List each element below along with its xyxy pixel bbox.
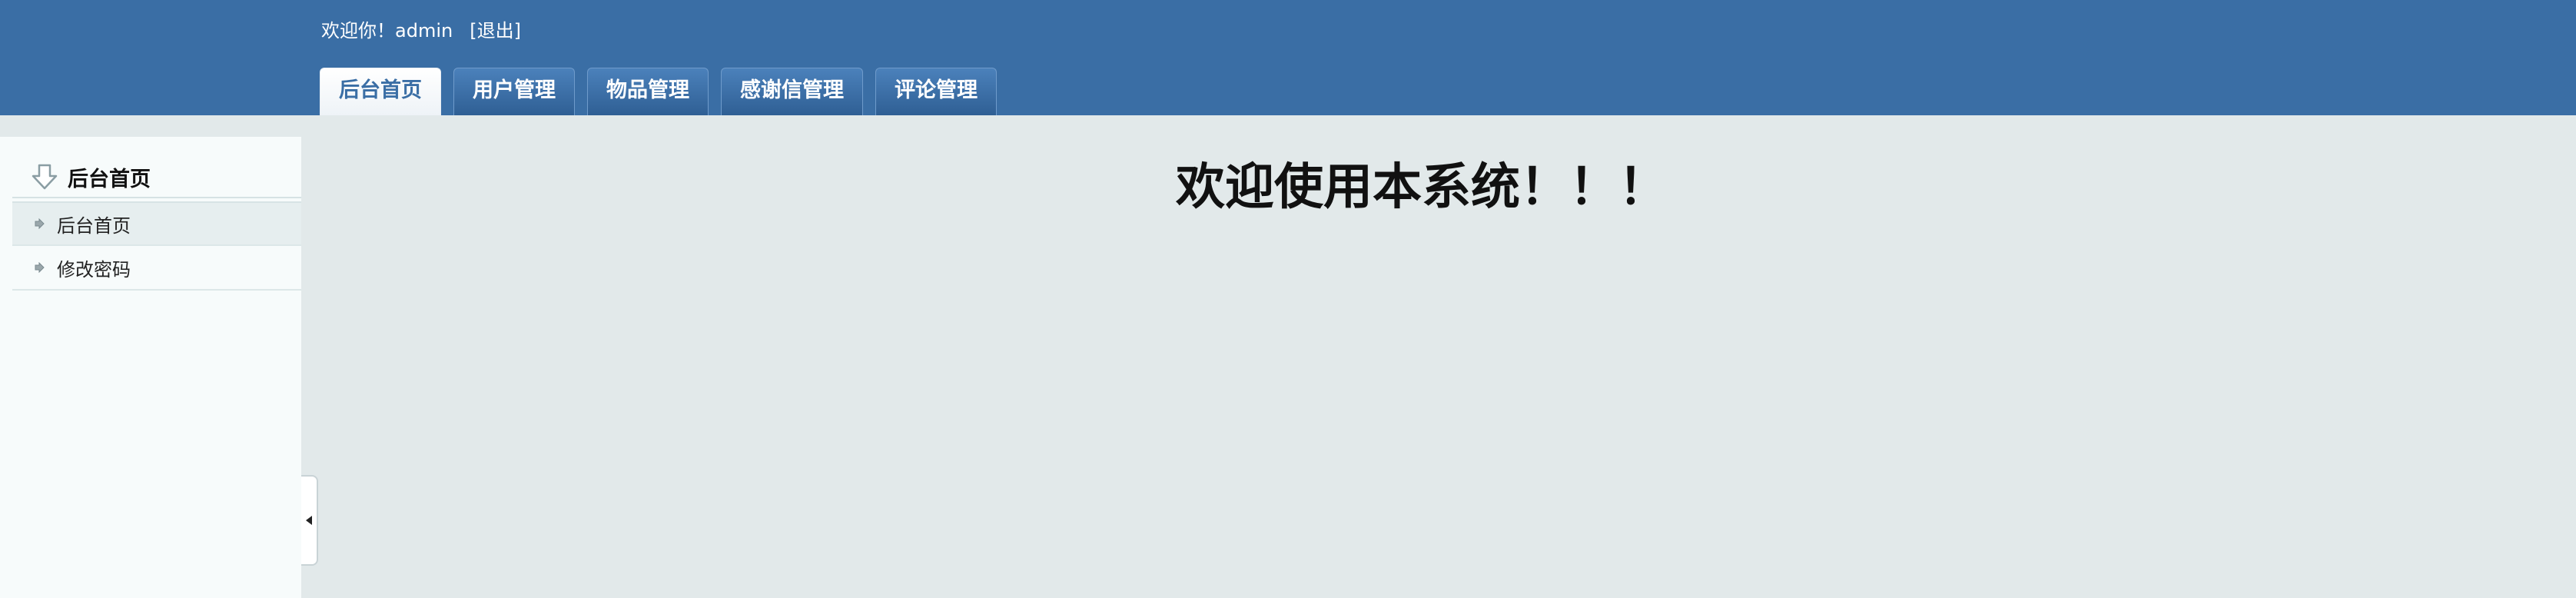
main-nav-tabs: 后台首页 用户管理 物品管理 感谢信管理 评论管理 [320,68,997,115]
tab-item-management[interactable]: 物品管理 [587,68,709,115]
tab-comment-management[interactable]: 评论管理 [875,68,997,115]
down-arrow-icon [32,164,58,190]
sidebar-item-label: 后台首页 [57,214,131,237]
welcome-bar: 欢迎你！admin [退出] [321,18,521,43]
right-arrow-icon [35,262,45,273]
logout-link[interactable]: [退出] [470,18,521,43]
sidebar-item-label: 修改密码 [57,258,131,281]
header-divider [0,115,2576,137]
tab-user-management[interactable]: 用户管理 [453,68,575,115]
sidebar: 后台首页 后台首页 修改密码 [0,137,301,598]
sidebar-collapse-handle[interactable] [301,475,318,566]
sidebar-title-label: 后台首页 [68,167,151,191]
page-title: 欢迎使用本系统！！！ [1176,159,1668,216]
right-arrow-icon [35,218,45,229]
sidebar-item-home[interactable]: 后台首页 [12,201,301,246]
top-header: 欢迎你！admin [退出] 后台首页 用户管理 物品管理 感谢信管理 评论管理 [0,0,2576,115]
tab-thanks-letter-management[interactable]: 感谢信管理 [721,68,863,115]
sidebar-title: 后台首页 [12,157,301,198]
caret-left-icon [306,516,312,525]
sidebar-item-change-password[interactable]: 修改密码 [12,246,301,291]
tab-home[interactable]: 后台首页 [320,68,441,115]
welcome-text: 欢迎你！admin [321,20,453,42]
